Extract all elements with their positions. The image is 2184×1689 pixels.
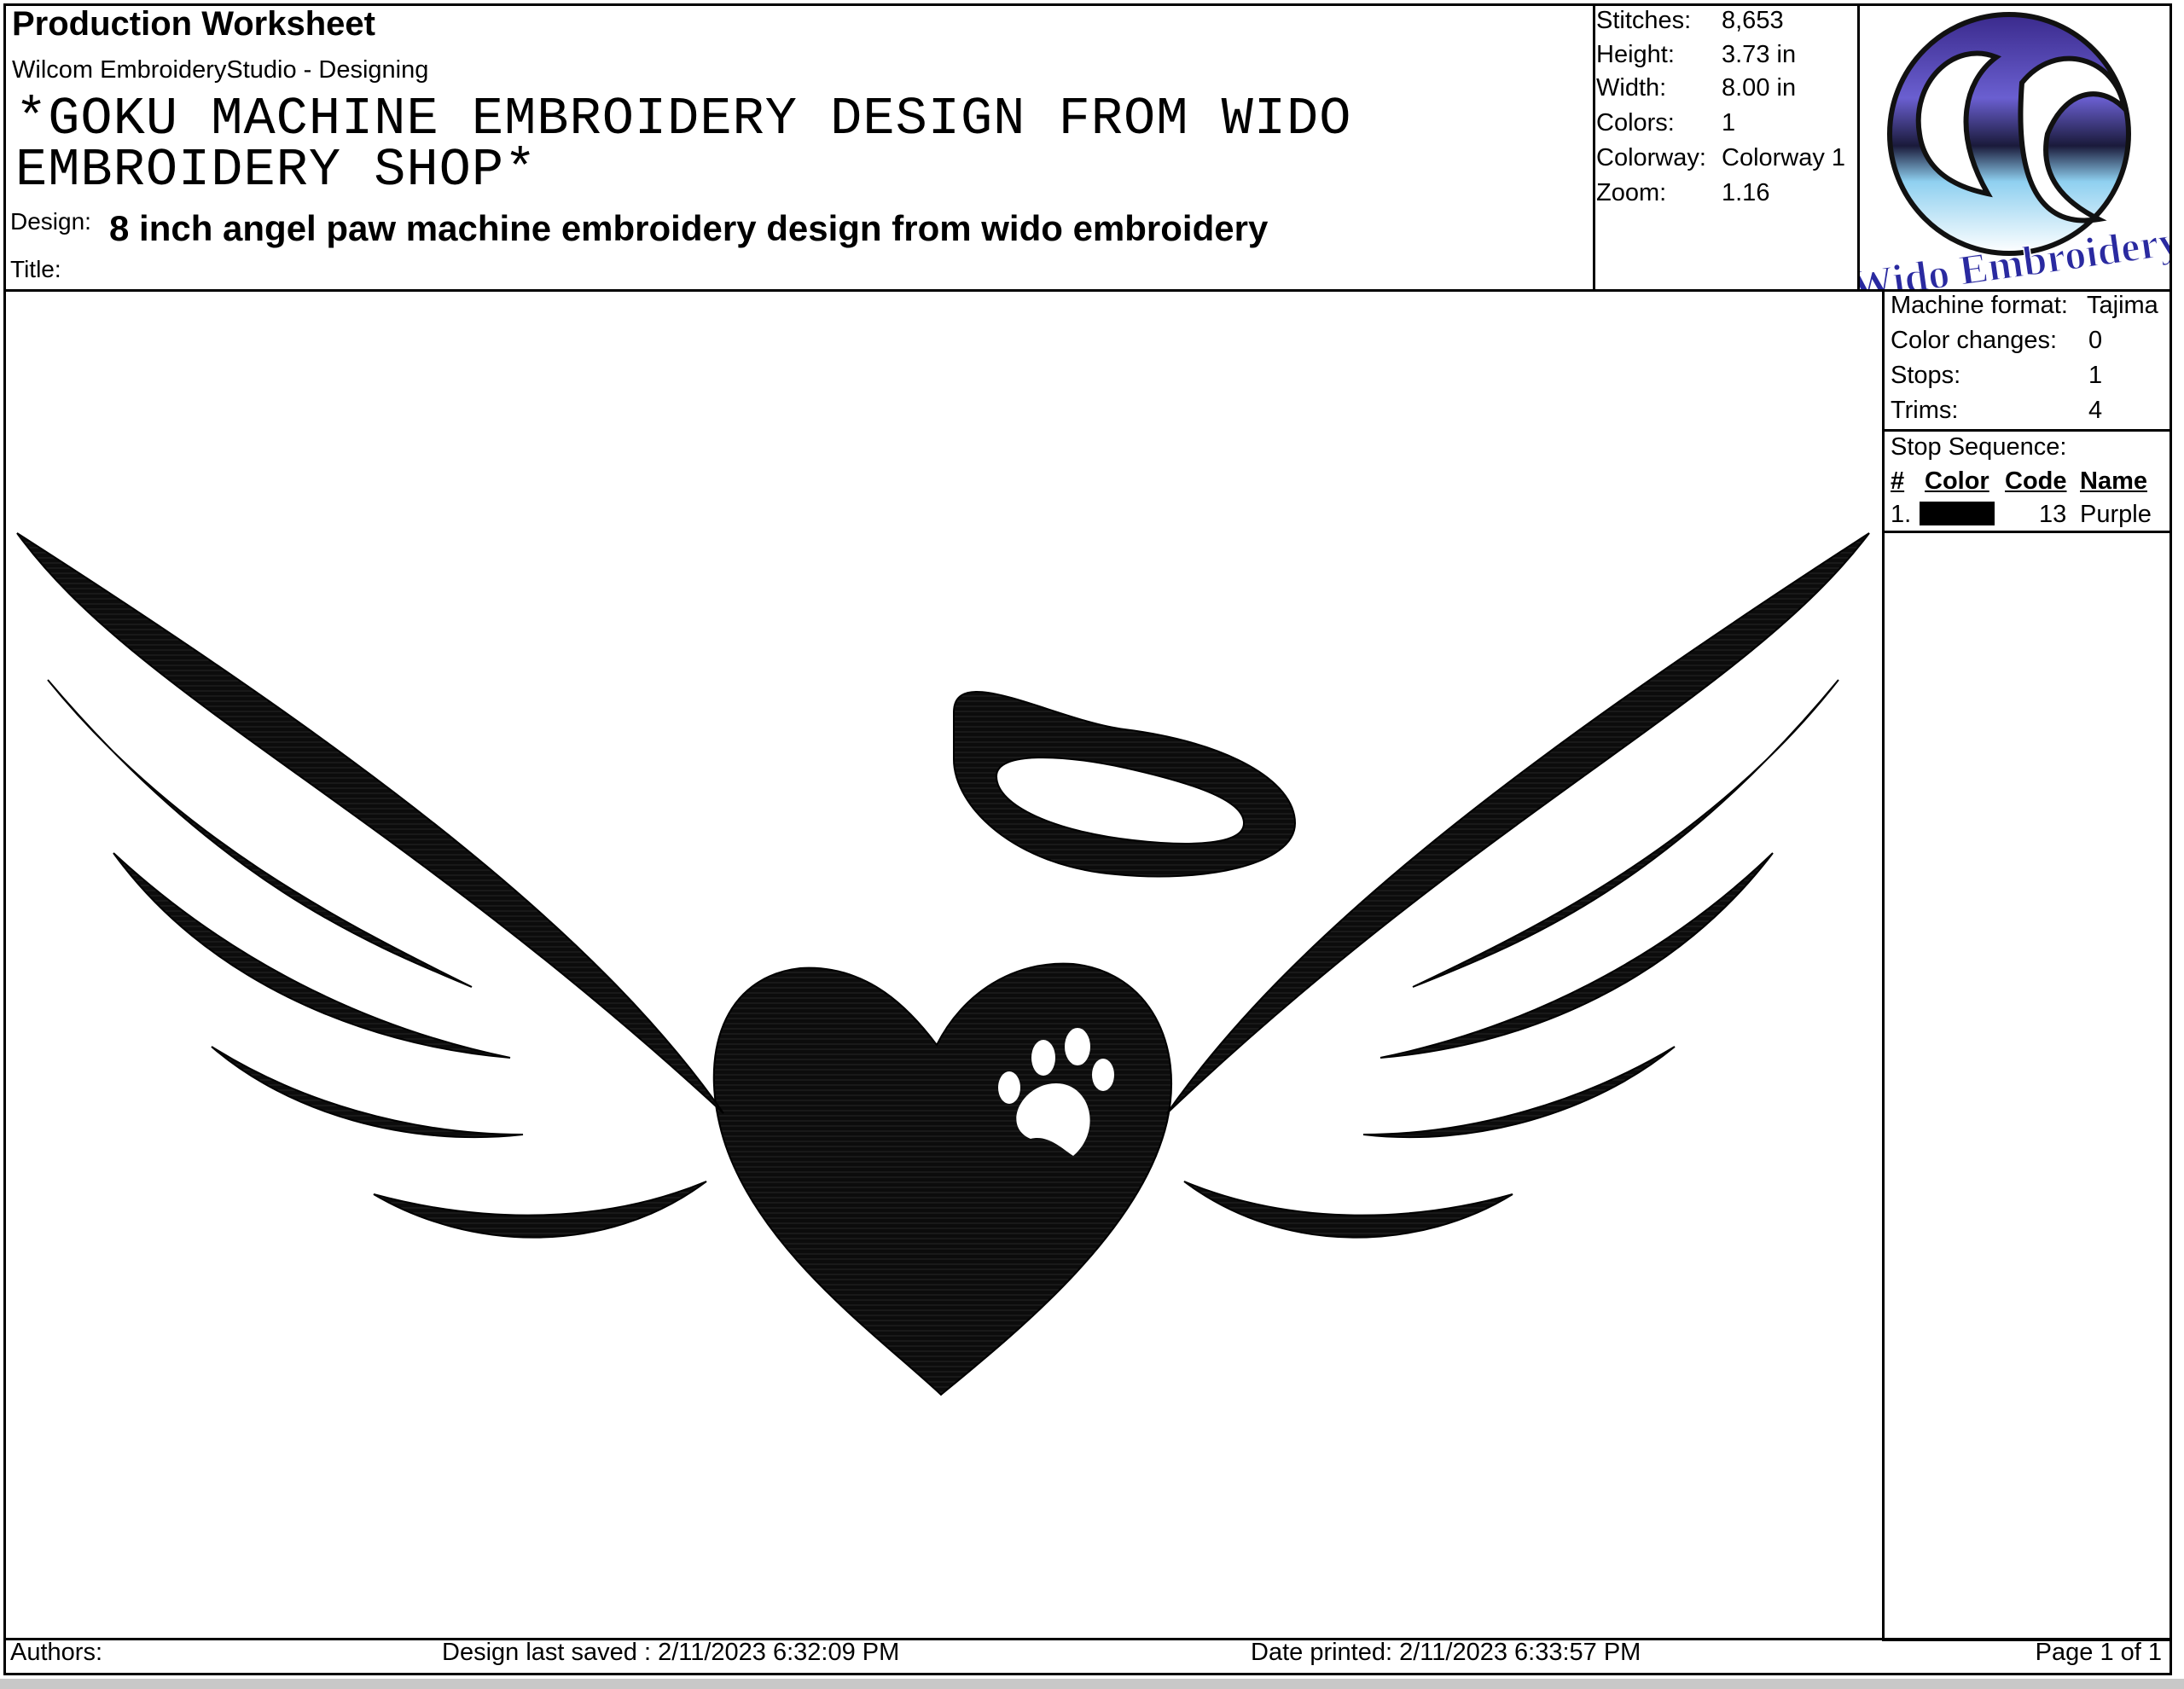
date-printed: Date printed: 2/11/2023 6:33:57 PM — [1251, 1639, 1641, 1666]
page-number: Page 1 of 1 — [2035, 1639, 2162, 1666]
colors-value: 1 — [1722, 109, 1736, 136]
stops-value: 1 — [2088, 362, 2103, 389]
software-name: Wilcom EmbroideryStudio - Designing — [12, 56, 429, 84]
zoom-label: Zoom: — [1596, 179, 1667, 206]
color-swatch — [1920, 502, 1995, 525]
page-title: Production Worksheet — [12, 5, 375, 43]
machine-format-label: Machine format: — [1891, 292, 2068, 319]
stop-sequence-label: Stop Sequence: — [1891, 433, 2067, 461]
divider — [1882, 429, 2172, 432]
stop-row-code: 13 — [2039, 501, 2067, 528]
authors-label: Authors: — [10, 1639, 102, 1666]
width-label: Width: — [1596, 74, 1667, 102]
design-title: *GOKU MACHINE EMBROIDERY DESIGN FROM WID… — [15, 89, 1352, 200]
divider — [1882, 531, 2172, 533]
width-value: 8.00 in — [1722, 74, 1797, 102]
footer-bar — [3, 1638, 2172, 1675]
wido-logo-icon: Wido Embroidery — [1860, 12, 2169, 289]
colorway-label: Colorway: — [1596, 144, 1706, 171]
stop-row-number: 1. — [1891, 501, 1912, 528]
trims-value: 4 — [2088, 397, 2103, 424]
colors-label: Colors: — [1596, 109, 1675, 136]
stops-label: Stops: — [1891, 362, 1961, 389]
zoom-value: 1.16 — [1722, 179, 1770, 206]
column-header-code: Code — [2005, 467, 2067, 495]
colorway-value: Colorway 1 — [1722, 144, 1846, 171]
stitches-value: 8,653 — [1722, 7, 1784, 34]
angel-wings-heart-paw-icon — [16, 532, 1870, 1396]
column-header-color: Color — [1925, 467, 1989, 495]
stop-row-name: Purple — [2080, 501, 2152, 528]
color-changes-value: 0 — [2088, 327, 2103, 354]
title-label: Title: — [10, 256, 61, 282]
design-name: 8 inch angel paw machine embroidery desi… — [109, 208, 1269, 248]
height-value: 3.73 in — [1722, 41, 1797, 68]
column-header-number: # — [1891, 467, 1905, 495]
design-last-saved: Design last saved : 2/11/2023 6:32:09 PM — [442, 1639, 900, 1666]
machine-format-value: Tajima — [2087, 292, 2158, 319]
design-label: Design: — [10, 208, 91, 235]
production-worksheet: Production Worksheet Wilcom EmbroiderySt… — [0, 0, 2184, 1679]
stitches-label: Stitches: — [1596, 7, 1692, 34]
height-label: Height: — [1596, 41, 1675, 68]
column-header-name: Name — [2080, 467, 2147, 495]
color-changes-label: Color changes: — [1891, 327, 2058, 354]
trims-label: Trims: — [1891, 397, 1959, 424]
